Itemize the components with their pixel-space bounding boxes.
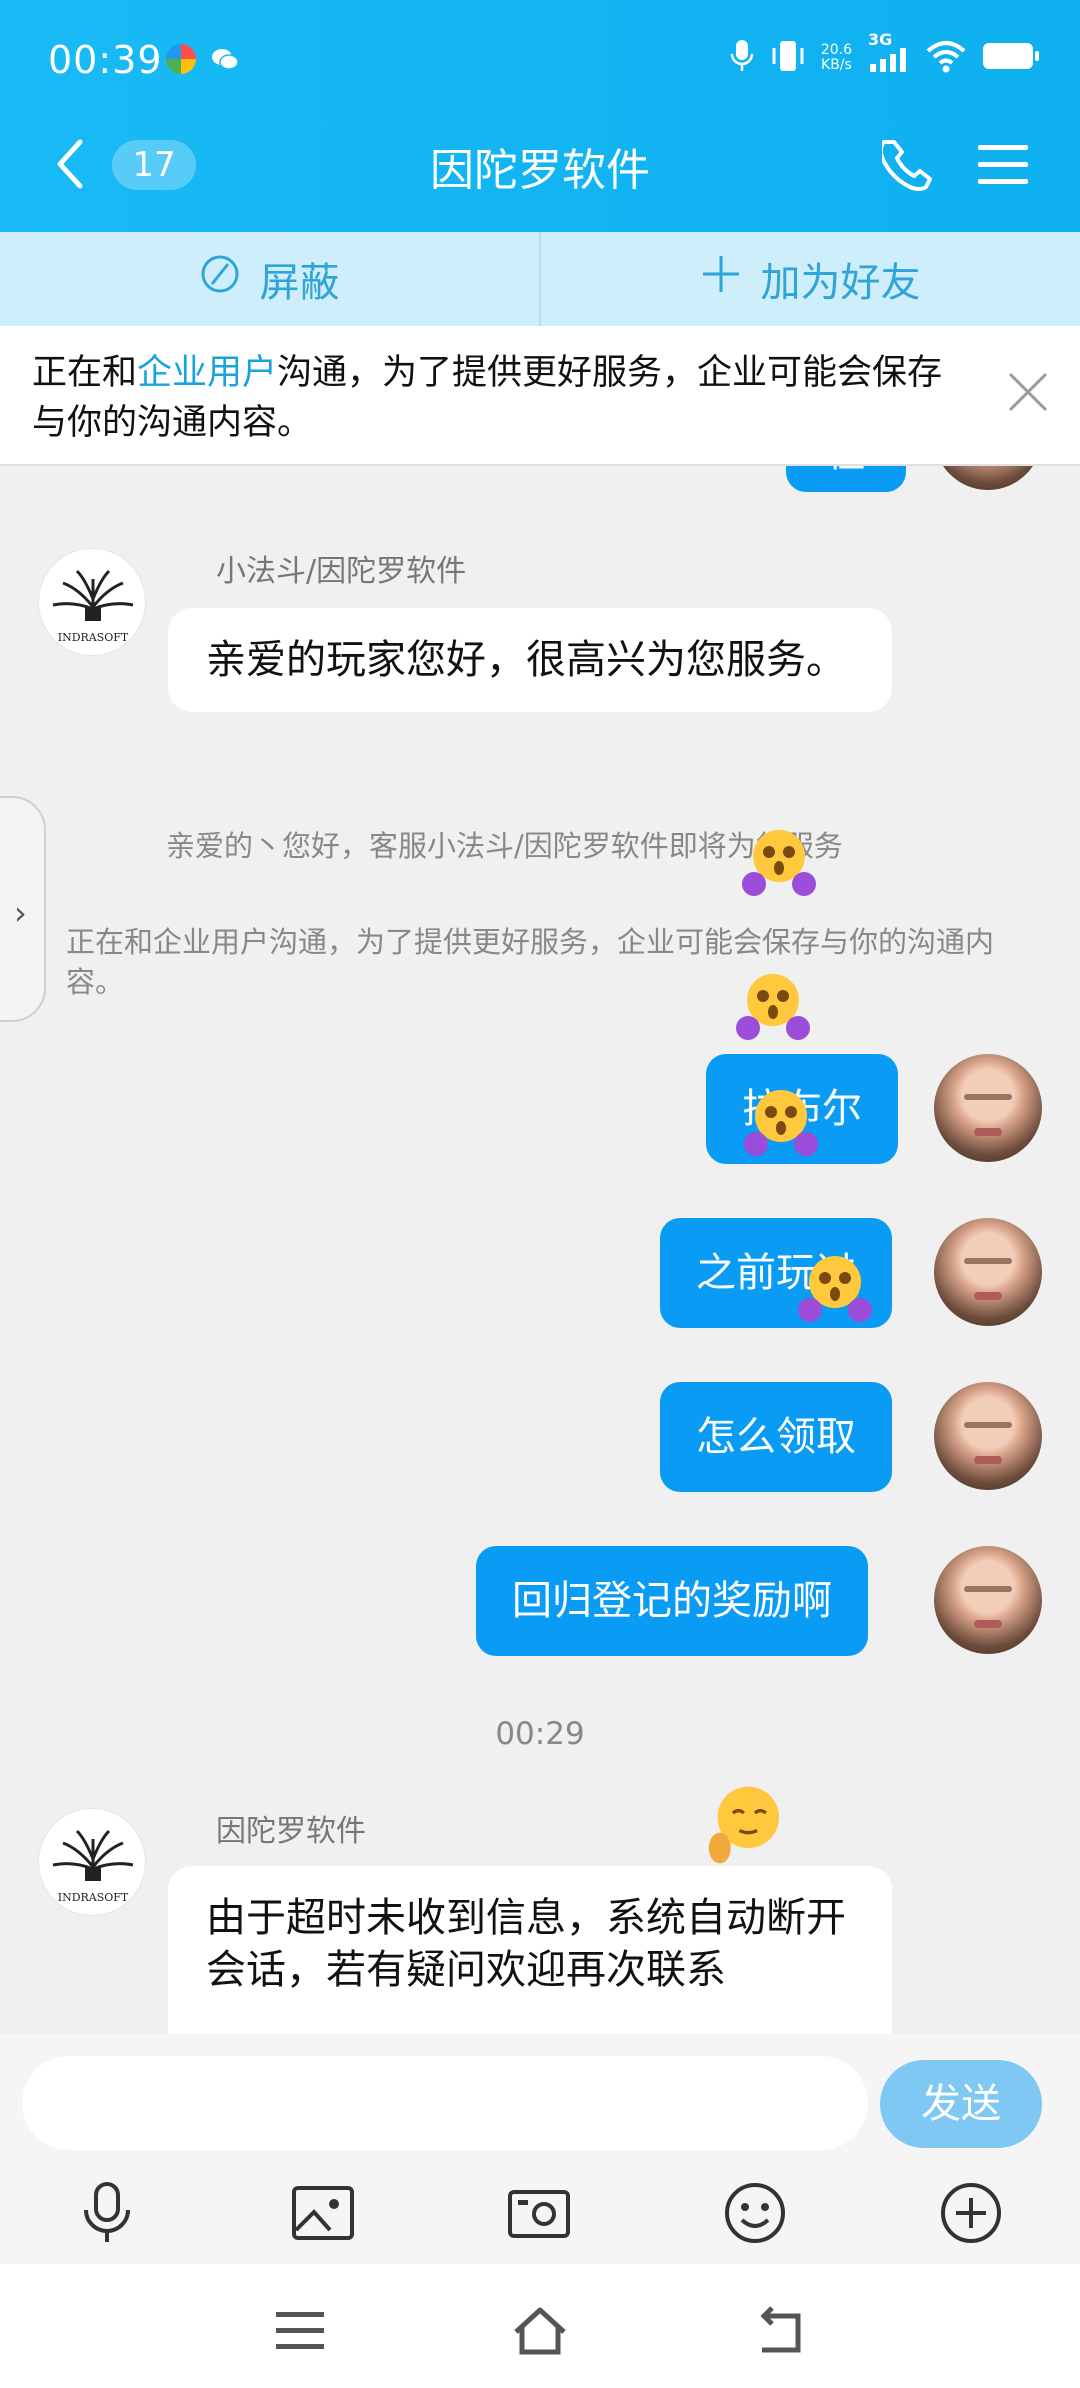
chevron-right-icon: ›: [14, 894, 27, 932]
home-icon[interactable]: [512, 2306, 568, 2356]
chat-header: 00:39 20.6 KB/s 3G 17 因陀罗软件: [0, 0, 1080, 232]
kf-avatar[interactable]: INDRASOFT: [38, 548, 146, 656]
phone-call-button[interactable]: [878, 138, 936, 192]
send-button[interactable]: 发送: [880, 2060, 1042, 2148]
incoming-message[interactable]: 由于超时未收到信息，系统自动断开会话，若有疑问欢迎再次联系: [168, 1866, 892, 2034]
kf-logo-text: INDRASOFT: [58, 631, 129, 644]
kf-avatar[interactable]: INDRASOFT: [38, 1808, 146, 1916]
sender-name: 因陀罗软件: [216, 1814, 366, 1849]
block-label: 屏蔽: [259, 260, 340, 306]
wechat-icon: [210, 44, 240, 74]
incoming-message[interactable]: 亲爱的玩家您好，很高兴为您服务。: [168, 608, 892, 712]
outgoing-message[interactable]: 怎么领取: [660, 1382, 892, 1492]
message-timestamp: 00:29: [495, 1716, 585, 1752]
net-speed-value: 20.6: [820, 42, 852, 58]
menu-button[interactable]: [978, 142, 1028, 186]
mic-status-icon: [729, 38, 755, 78]
signal-icon: 3G: [868, 30, 910, 78]
thinking-emoji-icon: [708, 1786, 780, 1864]
my-avatar[interactable]: [934, 1546, 1042, 1654]
message-input[interactable]: [22, 2056, 868, 2150]
back-nav-icon[interactable]: [752, 2306, 808, 2356]
close-notice-icon[interactable]: [1006, 370, 1050, 414]
plus-icon: [701, 254, 741, 304]
microphone-icon[interactable]: [74, 2180, 140, 2246]
plus-icon[interactable]: [938, 2180, 1004, 2246]
kf-logo-text: INDRASOFT: [58, 1891, 129, 1904]
notice-text-before: 正在和: [32, 353, 138, 393]
add-friend-label: 加为好友: [760, 260, 921, 306]
block-button[interactable]: 屏蔽: [0, 232, 539, 326]
sender-name: 小法斗/因陀罗软件: [216, 554, 467, 589]
block-icon: [200, 254, 240, 304]
notice-highlight[interactable]: 企业用户: [137, 353, 277, 393]
network-speed: 20.6 KB/s: [821, 43, 852, 73]
status-time: 00:39: [48, 38, 163, 82]
emoji-sticker-icon: [798, 1256, 872, 1322]
image-icon[interactable]: [290, 2180, 356, 2246]
app-notification-icon: [166, 44, 196, 74]
my-avatar[interactable]: [934, 1382, 1042, 1490]
side-drawer-tab[interactable]: ›: [0, 796, 46, 1022]
my-avatar[interactable]: [934, 1218, 1042, 1326]
system-navigation-bar: [0, 2264, 1080, 2388]
emoji-sticker-icon: [736, 974, 810, 1040]
emoji-sticker-icon: [742, 830, 816, 896]
camera-icon[interactable]: [506, 2180, 572, 2246]
wifi-icon: [926, 39, 966, 77]
chat-messages: 在 › INDRASOFT 小法斗/因陀罗软件 亲爱的玩家您好，很高兴为您服务。…: [0, 326, 1080, 2034]
vibrate-icon: [771, 38, 805, 78]
net-speed-unit: KB/s: [821, 57, 852, 73]
status-indicators: 20.6 KB/s 3G: [729, 30, 1040, 78]
add-friend-button[interactable]: 加为好友: [539, 232, 1080, 326]
outgoing-message[interactable]: 回归登记的奖励啊: [476, 1546, 868, 1656]
action-bar: 屏蔽 加为好友: [0, 232, 1080, 326]
emoji-icon[interactable]: [722, 2180, 788, 2246]
recent-apps-icon[interactable]: [272, 2306, 328, 2356]
notice-banner: 正在和企业用户沟通，为了提供更好服务，企业可能会保存与你的沟通内容。: [0, 326, 1080, 466]
input-bar: 发送: [0, 2034, 1080, 2264]
battery-icon: [982, 41, 1040, 75]
system-message: 正在和企业用户沟通，为了提供更好服务，企业可能会保存与你的沟通内容。: [66, 925, 995, 999]
my-avatar[interactable]: [934, 1054, 1042, 1162]
emoji-sticker-icon: [744, 1090, 818, 1156]
signal-type: 3G: [868, 30, 893, 49]
